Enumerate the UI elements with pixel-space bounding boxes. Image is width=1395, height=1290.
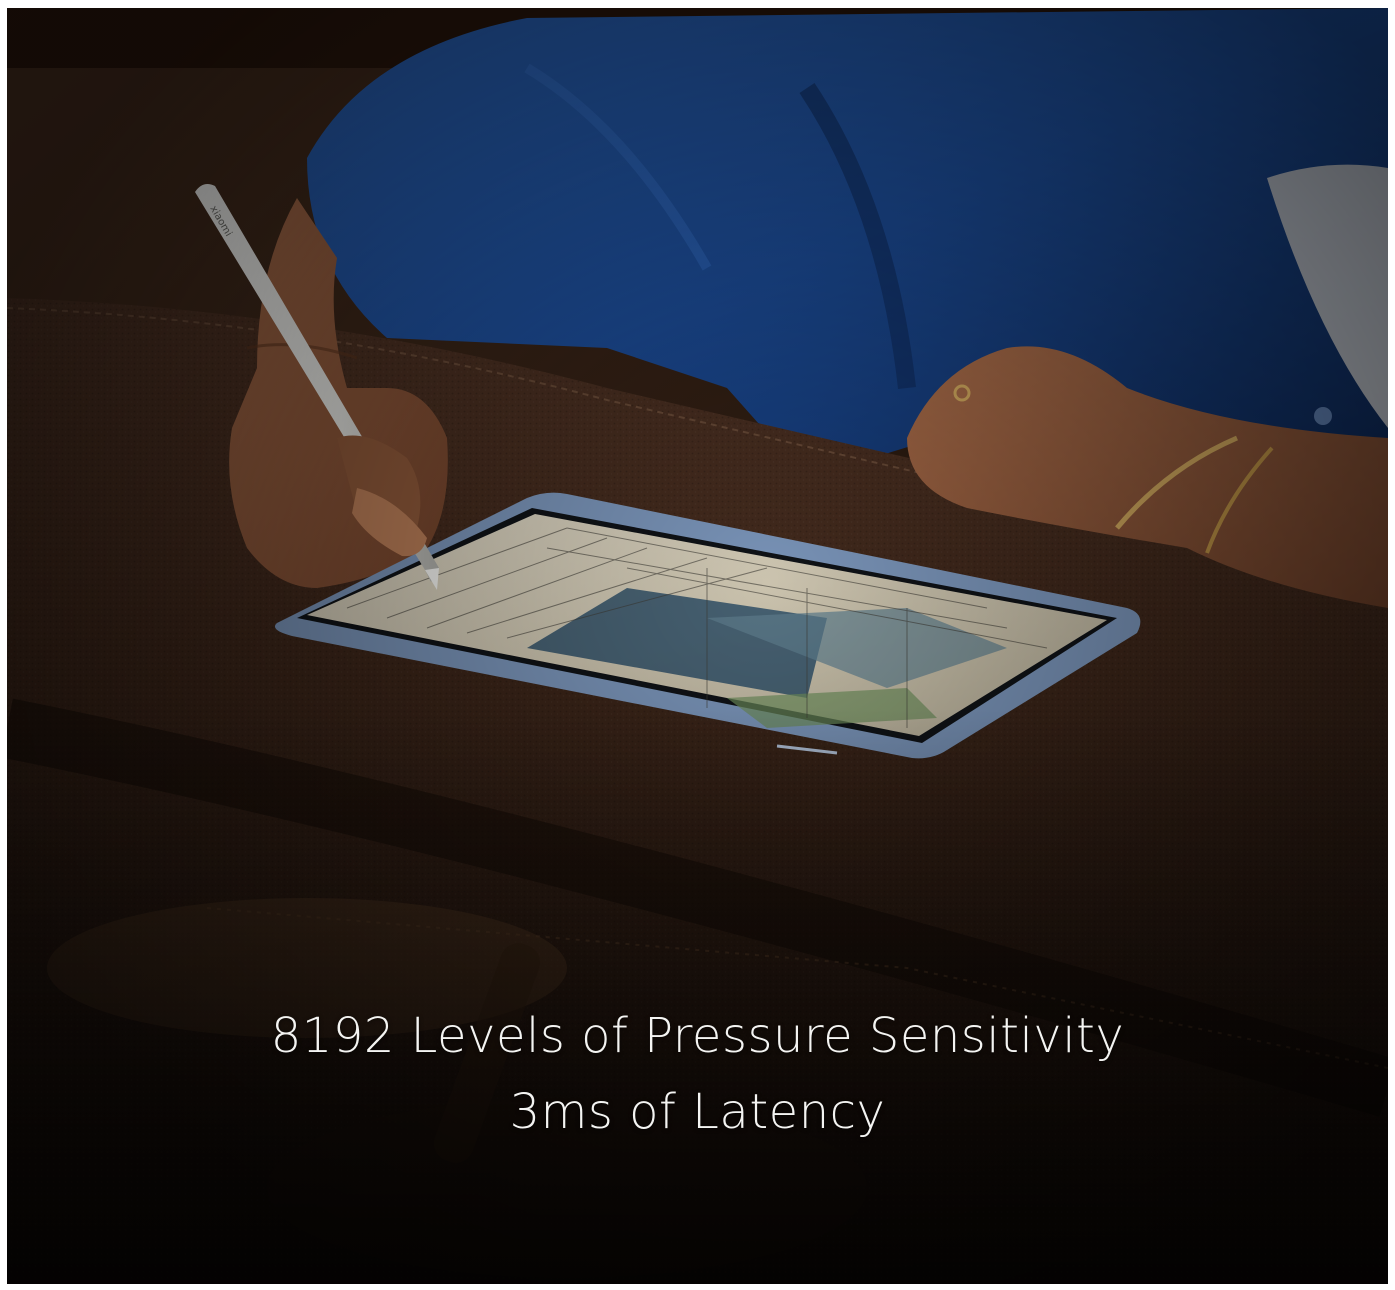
caption-line-latency: 3ms of Latency	[509, 1084, 886, 1140]
caption-line-pressure: 8192 Levels of Pressure Sensitivity	[270, 1008, 1125, 1064]
product-image-frame: xiaomi 8192 Levels of Pressure Sensitivi…	[0, 0, 1395, 1290]
feature-caption: 8192 Levels of Pressure Sensitivity 3ms …	[7, 998, 1388, 1150]
product-photo: xiaomi 8192 Levels of Pressure Sensitivi…	[7, 8, 1388, 1284]
